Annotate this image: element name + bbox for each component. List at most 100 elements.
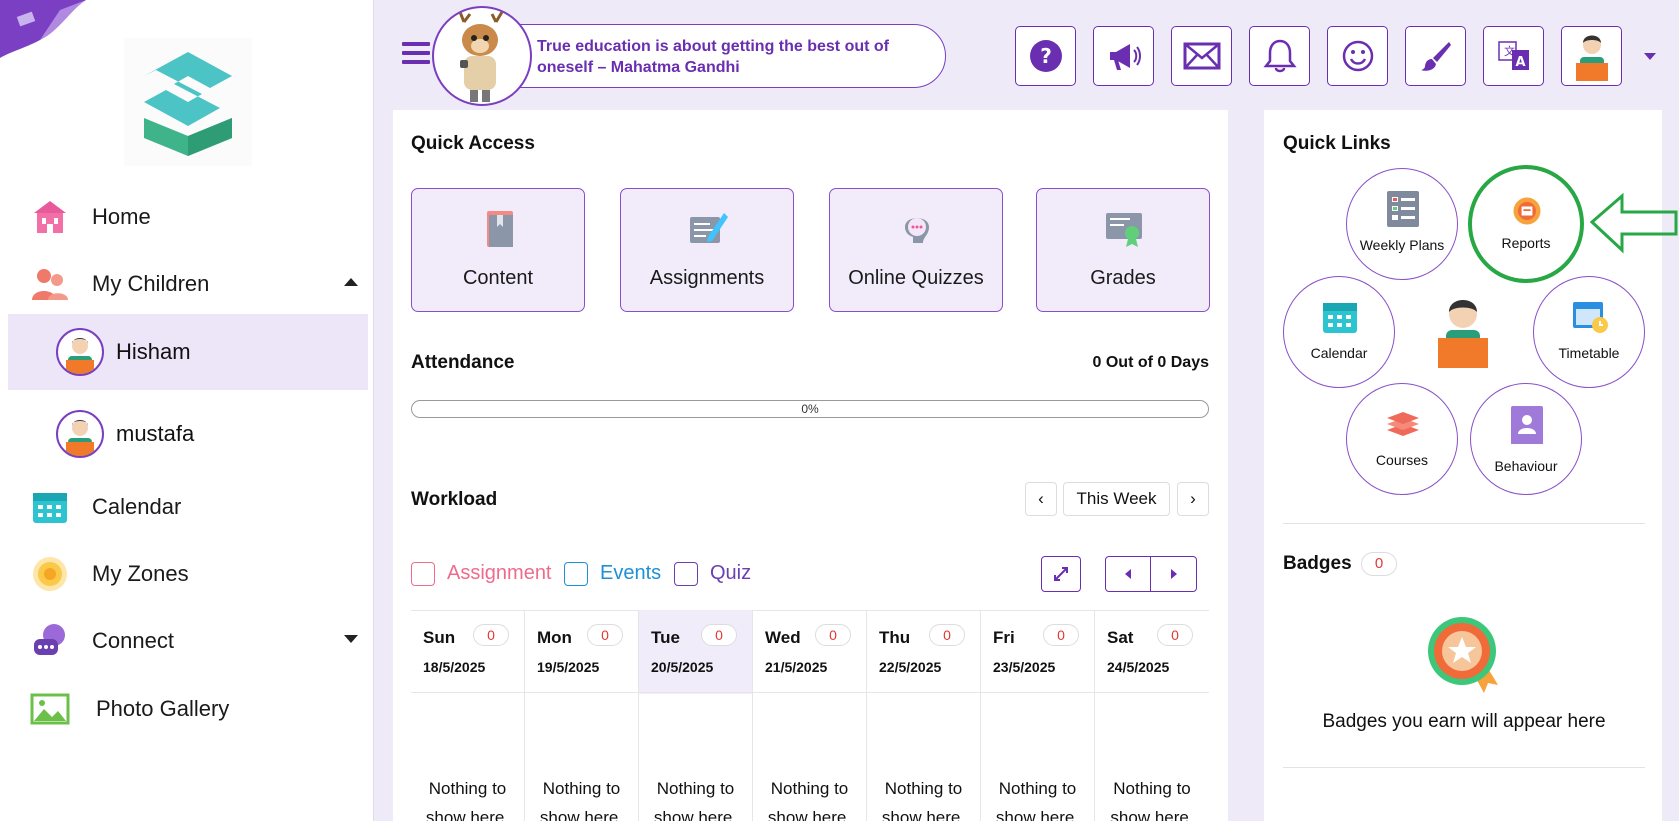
calendar-nav-group (1105, 556, 1197, 592)
quick-links-title: Quick Links (1283, 133, 1391, 154)
corner-fold-icon (0, 0, 86, 58)
badges-title: Badges (1283, 553, 1352, 574)
book-icon (487, 211, 513, 247)
deer-mascot-icon (432, 6, 532, 106)
assignment-filter-label: Assignment (447, 562, 552, 584)
expand-button[interactable] (1041, 556, 1081, 592)
day-name: Mon (537, 628, 572, 647)
assignment-filter-checkbox[interactable] (411, 562, 435, 586)
quick-link-courses[interactable]: Courses (1346, 383, 1458, 495)
mood-button[interactable] (1327, 26, 1388, 86)
certificate-icon (1106, 213, 1142, 247)
daily-quote: True education is about getting the best… (537, 38, 889, 76)
tile-assignments[interactable]: Assignments (620, 188, 794, 312)
quick-access-title: Quick Access (411, 133, 535, 154)
events-filter-checkbox[interactable] (564, 562, 588, 586)
week-selector[interactable]: This Week (1063, 482, 1170, 516)
calendar-prev-button[interactable] (1106, 557, 1152, 591)
day-date: 19/5/2025 (537, 659, 600, 675)
sidebar-item-label: Photo Gallery (96, 696, 230, 721)
divider (1283, 523, 1645, 524)
chevron-up-icon[interactable] (344, 278, 358, 286)
sidebar-item-my-children[interactable]: My Children (8, 252, 368, 316)
tile-online-quizzes[interactable]: Online Quizzes (829, 188, 1003, 312)
day-count-badge: 0 (701, 624, 737, 646)
hamburger-menu-icon[interactable] (402, 42, 430, 66)
children-icon (28, 262, 72, 306)
quick-link-label: Courses (1375, 452, 1429, 468)
chevron-down-icon[interactable] (344, 635, 358, 643)
events-filter-label: Events (600, 562, 662, 584)
courses-stack-icon (1387, 412, 1419, 436)
theme-button[interactable] (1405, 26, 1466, 86)
tile-content[interactable]: Content (411, 188, 585, 312)
child-item-hisham[interactable]: Hisham (8, 314, 368, 390)
paintbrush-icon (1420, 42, 1451, 71)
checklist-icon (1387, 191, 1419, 227)
tile-label: Assignments (649, 267, 765, 289)
quick-link-timetable[interactable]: Timetable (1533, 276, 1645, 388)
day-column-wed: Wed 0 21/5/2025 Nothing to show here. (753, 610, 867, 821)
photo-gallery-icon (28, 687, 72, 731)
mail-icon (1183, 42, 1220, 70)
messages-button[interactable] (1171, 26, 1232, 86)
child-name: Hisham (116, 339, 191, 364)
quick-link-calendar[interactable]: Calendar (1283, 276, 1395, 388)
language-button[interactable]: 文A (1483, 26, 1544, 86)
day-name: Sat (1107, 628, 1134, 647)
sidebar-item-home[interactable]: Home (8, 185, 368, 249)
day-name: Thu (879, 628, 911, 647)
badges-empty-message: Badges you earn will appear here (1322, 711, 1606, 732)
child-avatar (56, 328, 104, 376)
caret-right-icon (1170, 569, 1177, 579)
tile-label: Grades (1090, 267, 1156, 289)
calendar-icon (28, 485, 72, 529)
svg-text:?: ? (1040, 44, 1052, 68)
quiz-filter-label: Quiz (710, 562, 752, 584)
child-item-mustafa[interactable]: mustafa (8, 396, 368, 472)
connect-icon (28, 619, 72, 663)
sidebar-item-connect[interactable]: Connect (8, 609, 368, 673)
week-label: This Week (1076, 489, 1157, 508)
notifications-button[interactable] (1249, 26, 1310, 86)
help-button[interactable]: ? (1015, 26, 1076, 86)
next-week-button[interactable]: › (1177, 482, 1209, 516)
profile-dropdown-icon[interactable] (1644, 53, 1656, 60)
sidebar-item-label: My Zones (92, 561, 189, 586)
tile-grades[interactable]: Grades (1036, 188, 1210, 312)
quiz-filter-checkbox[interactable] (674, 562, 698, 586)
tile-label: Content (462, 267, 534, 289)
day-count-badge: 0 (929, 624, 965, 646)
day-column-sun: Sun 0 18/5/2025 Nothing to show here. (411, 610, 525, 821)
smiley-icon (1342, 40, 1373, 72)
sidebar-item-photo-gallery[interactable]: Photo Gallery (8, 677, 368, 741)
day-column-tue: Tue 0 20/5/2025 Nothing to show here. (639, 610, 753, 821)
day-count-badge: 0 (1043, 624, 1079, 646)
prev-week-button[interactable]: ‹ (1025, 482, 1057, 516)
calendar-next-button[interactable] (1151, 557, 1196, 591)
reports-highlight-annotation (1468, 165, 1678, 283)
help-icon: ? (1029, 40, 1062, 72)
workload-title: Workload (411, 489, 498, 510)
announcements-button[interactable] (1093, 26, 1154, 86)
day-date: 21/5/2025 (765, 659, 828, 675)
quiz-icon (905, 218, 929, 243)
award-badge-icon (1428, 617, 1498, 693)
empty-message: Nothing to show here. (653, 779, 738, 821)
sidebar-item-my-zones[interactable]: My Zones (8, 542, 368, 606)
day-column-thu: Thu 0 22/5/2025 Nothing to show here. (867, 610, 981, 821)
expand-icon (1054, 567, 1068, 581)
quick-link-label: Behaviour (1494, 458, 1558, 474)
attendance-days: 0 Out of 0 Days (1092, 354, 1209, 371)
quick-link-behaviour[interactable]: Behaviour (1470, 383, 1582, 495)
profile-button[interactable] (1561, 26, 1622, 86)
chevron-right-icon: › (1190, 489, 1196, 508)
sidebar-item-label: Connect (92, 628, 174, 653)
sidebar-item-calendar[interactable]: Calendar (8, 475, 368, 539)
calendar-icon (1323, 303, 1357, 333)
assignment-icon (690, 213, 728, 243)
quick-link-weekly-plans[interactable]: Weekly Plans (1346, 168, 1458, 280)
badges-count: 0 (1361, 552, 1397, 576)
chevron-left-icon: ‹ (1038, 489, 1044, 508)
announcement-icon (1109, 44, 1141, 70)
